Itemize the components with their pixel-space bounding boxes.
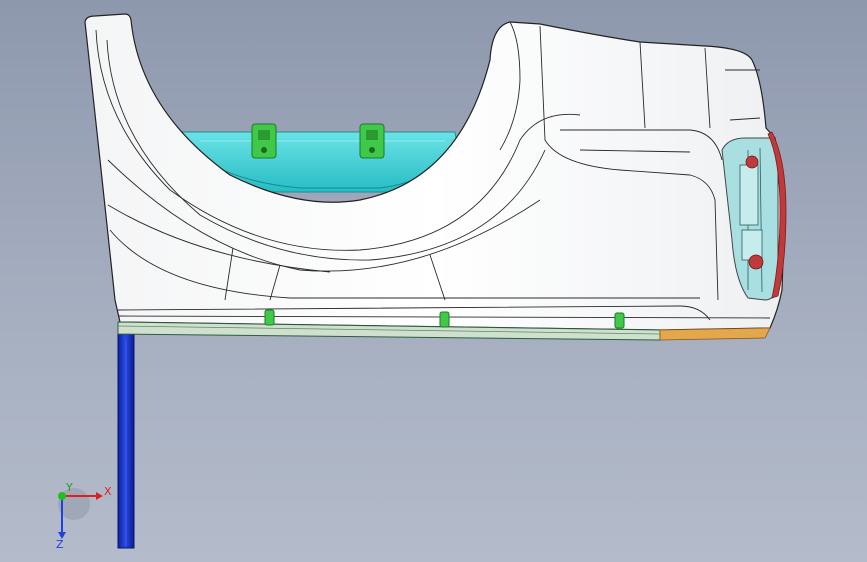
cad-3d-viewport[interactable]: X Y Z (0, 0, 867, 562)
mounting-clip-right[interactable] (359, 123, 385, 159)
sill-clip-1[interactable] (264, 309, 275, 326)
y-axis-dot (58, 492, 66, 500)
lamp-bulb-top (745, 155, 759, 169)
y-axis-label: Y (65, 481, 73, 494)
axis-triad: X Y Z (48, 480, 118, 550)
bottom-trim-orange[interactable] (659, 327, 771, 341)
mounting-clip-left[interactable] (251, 123, 277, 159)
part-model[interactable] (0, 0, 867, 562)
lamp-bulb-bottom (748, 254, 764, 270)
sill-clip-3[interactable] (614, 312, 625, 329)
x-axis-arrowhead (96, 492, 103, 500)
sill-clip-2[interactable] (439, 311, 450, 328)
side-panel-body[interactable] (84, 13, 786, 331)
x-axis-label: X (104, 485, 112, 498)
z-axis-label: Z (56, 538, 64, 550)
